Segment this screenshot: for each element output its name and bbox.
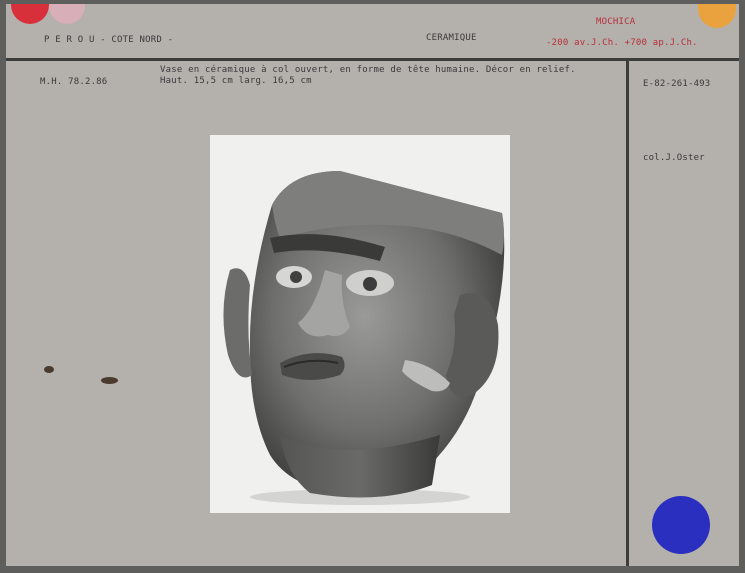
stain-spot xyxy=(101,377,118,384)
object-description: Vase en céramique à col ouvert, en forme… xyxy=(160,65,576,75)
category-label: CERAMIQUE xyxy=(426,33,477,43)
object-dimensions: Haut. 15,5 cm larg. 16,5 cm xyxy=(160,76,312,86)
dates-label: -200 av.J.Ch. +700 ap.J.Ch. xyxy=(546,38,698,48)
location-label: P E R O U - COTE NORD - xyxy=(44,35,174,45)
blue-dot-marker xyxy=(652,496,710,554)
stain-spot xyxy=(44,366,54,373)
culture-label: MOCHICA xyxy=(596,17,636,27)
collection-label: col.J.Oster xyxy=(643,153,705,163)
photo-number: E-82-261-493 xyxy=(643,79,711,89)
artifact-photo xyxy=(210,135,510,513)
column-divider xyxy=(626,61,629,566)
ceramic-head-vase-image xyxy=(210,135,510,513)
inventory-number: M.H. 78.2.86 xyxy=(40,77,108,87)
header-divider xyxy=(6,58,739,61)
